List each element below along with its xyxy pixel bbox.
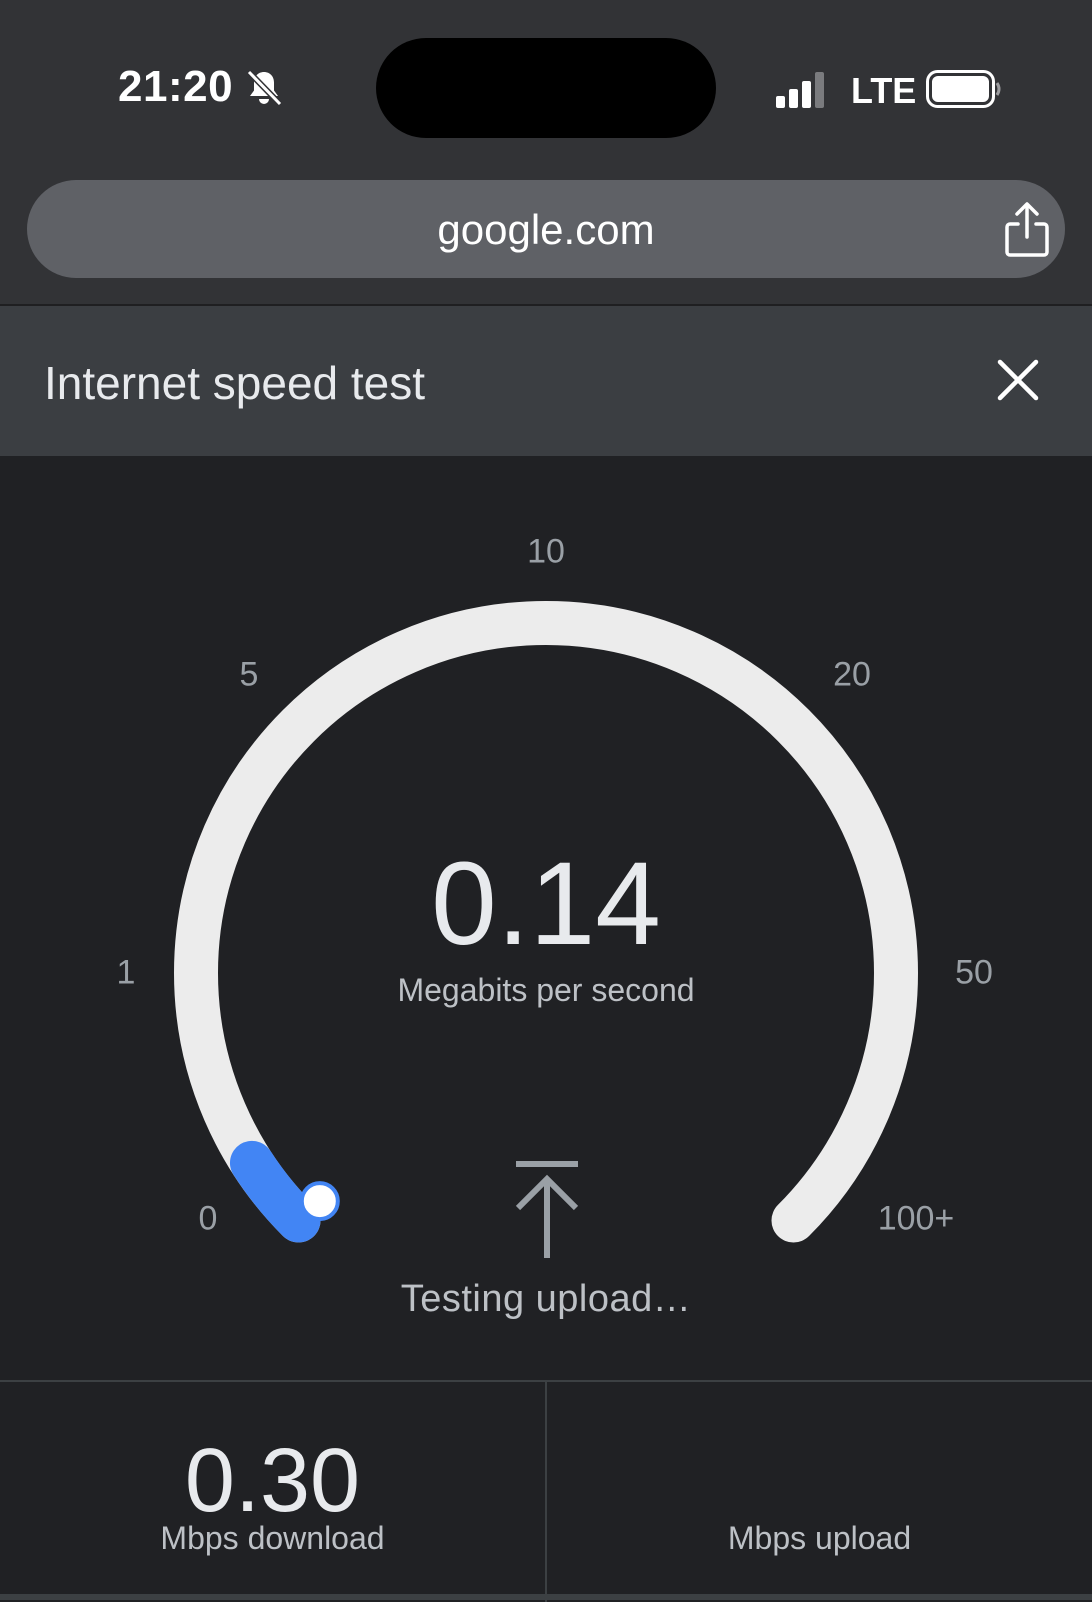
upload-result: Mbps upload <box>547 1382 1092 1602</box>
tick-label: 10 <box>527 532 565 571</box>
tick-label: 0 <box>198 1199 218 1238</box>
address-bar[interactable]: google.com <box>27 180 1065 278</box>
gauge-progress <box>229 1140 321 1243</box>
bottom-divider <box>0 1594 1092 1600</box>
status-bar: 21:20 LTE <box>0 0 1092 178</box>
tick-label: 100+ <box>877 1199 955 1238</box>
test-status: Testing upload… <box>400 1278 692 1320</box>
download-result: 0.30 Mbps download <box>0 1382 547 1602</box>
speed-unit: Megabits per second <box>397 972 695 1008</box>
upload-arrow-icon <box>515 1161 579 1258</box>
download-label: Mbps download <box>160 1520 385 1556</box>
current-speed: 0.14 <box>431 838 661 970</box>
browser-toolbar: google.com <box>0 178 1092 306</box>
network-type: LTE <box>851 70 917 111</box>
download-value: 0.30 <box>184 1431 361 1531</box>
battery-icon <box>926 70 1001 108</box>
cellular-signal-icon <box>776 72 824 108</box>
results-panel: 0.30 Mbps download Mbps upload <box>0 1380 1092 1602</box>
speed-gauge: 0 1 5 10 20 50 100+ 0.14 Megabits per se… <box>0 456 1092 1382</box>
card-header: Internet speed test <box>0 306 1092 456</box>
gauge-needle-knob <box>299 1181 340 1222</box>
dynamic-island <box>376 38 716 138</box>
tick-label: 5 <box>239 655 259 694</box>
share-icon[interactable] <box>1001 202 1053 258</box>
url-text[interactable]: google.com <box>27 206 1065 254</box>
close-icon[interactable] <box>996 358 1040 402</box>
tick-label: 20 <box>833 655 871 694</box>
bell-slash-icon <box>246 69 283 107</box>
status-time: 21:20 <box>118 62 234 111</box>
upload-label: Mbps upload <box>727 1520 912 1556</box>
card-title: Internet speed test <box>44 357 426 409</box>
